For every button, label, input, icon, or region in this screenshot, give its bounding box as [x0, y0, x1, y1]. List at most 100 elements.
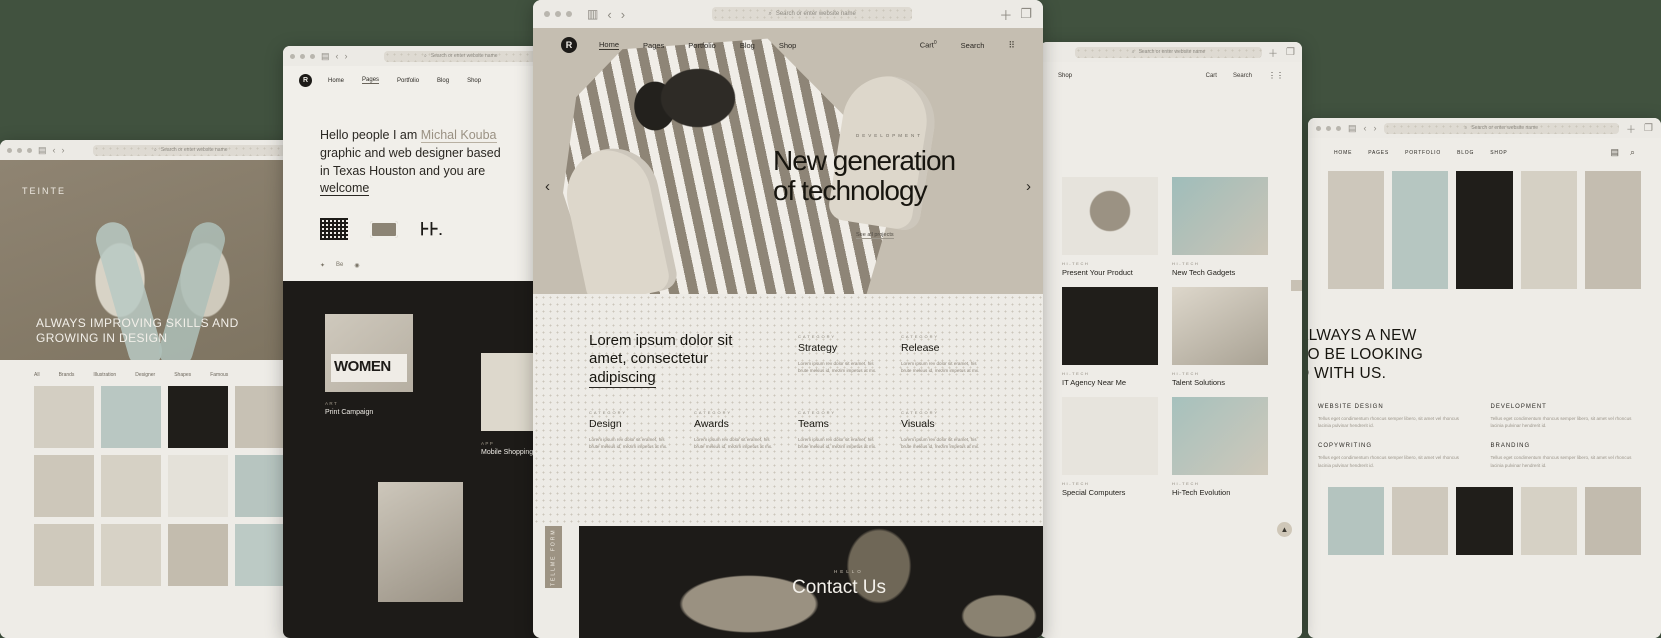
- hero-prev-arrow[interactable]: ‹: [545, 178, 550, 195]
- thumb[interactable]: [168, 524, 228, 586]
- behance-icon[interactable]: Be: [336, 262, 343, 269]
- item-title[interactable]: Present Your Product: [1062, 268, 1158, 277]
- agency-services-window[interactable]: ▤ ‹ › ⌕ Search or enter website name ＋ ❐…: [1308, 118, 1661, 638]
- thumb[interactable]: [34, 455, 94, 517]
- nav-blog[interactable]: Blog: [437, 78, 449, 84]
- grid-item[interactable]: HI-TECH Hi-Tech Evolution: [1172, 397, 1268, 497]
- thumb[interactable]: [1456, 487, 1513, 556]
- sidebar-toggle-icon[interactable]: ▤: [321, 51, 330, 62]
- nav-links[interactable]: HOME PAGES PORTFOLIO BLOG SHOP: [1334, 150, 1508, 156]
- show-tabs-icon[interactable]: ❐: [1020, 6, 1032, 22]
- thumb[interactable]: [101, 524, 161, 586]
- thumb[interactable]: [1584, 487, 1642, 556]
- item-title[interactable]: Hi-Tech Evolution: [1172, 488, 1268, 497]
- nav-pages[interactable]: PAGES: [1368, 150, 1389, 156]
- back-chevron-icon[interactable]: ‹: [336, 51, 339, 61]
- thumb[interactable]: [1520, 487, 1577, 556]
- intro-name[interactable]: Michal Kouba: [420, 128, 497, 143]
- thumb[interactable]: [1062, 287, 1158, 365]
- nav-home[interactable]: Home: [599, 40, 620, 50]
- nav-blog[interactable]: BLOG: [1457, 150, 1474, 156]
- sidebar-toggle-icon[interactable]: ▥: [587, 7, 598, 21]
- thumb[interactable]: [1328, 171, 1385, 289]
- thumb[interactable]: [1520, 171, 1577, 289]
- menu-icon[interactable]: ⋮⋮: [1268, 71, 1284, 80]
- sidebar-toggle-icon[interactable]: ▤: [1348, 123, 1357, 134]
- grid-item[interactable]: HI-TECH Present Your Product: [1062, 177, 1158, 277]
- thumb[interactable]: [101, 455, 161, 517]
- filter-famous[interactable]: Famous: [210, 372, 228, 378]
- nav-shop[interactable]: Shop: [467, 78, 481, 84]
- teinte-filter-bar[interactable]: All Brands Illustration Designer Shapes …: [0, 360, 296, 386]
- omnibox[interactable]: ⌕ Search or enter website name: [712, 7, 913, 21]
- omnibox[interactable]: ⌕ Search or enter website name: [1075, 46, 1263, 58]
- thumb[interactable]: [1456, 171, 1513, 289]
- nav-home[interactable]: HOME: [1334, 150, 1352, 156]
- nav-right[interactable]: ▤ ⌕: [1610, 147, 1635, 158]
- thumb[interactable]: [1062, 177, 1158, 255]
- item-title[interactable]: IT Agency Near Me: [1062, 378, 1158, 387]
- nav-right[interactable]: Cart Search ⋮⋮: [1206, 71, 1284, 80]
- thumb[interactable]: [1584, 171, 1642, 289]
- nav-search[interactable]: Search: [961, 41, 985, 50]
- new-tab-plus-icon[interactable]: ＋: [999, 5, 1012, 24]
- site-nav[interactable]: R Home Pages Portfolio Blog Shop Cart0 S…: [533, 28, 1043, 62]
- grid-item[interactable]: HI-TECH New Tech Gadgets: [1172, 177, 1268, 277]
- nav-blog[interactable]: Blog: [740, 41, 755, 50]
- new-generation-window[interactable]: ▥ ‹ › ⌕ Search or enter website name ＋ ❐…: [533, 0, 1043, 638]
- grid-item[interactable]: HI-TECH IT Agency Near Me: [1062, 287, 1158, 387]
- category-card[interactable]: CATEGORY Strategy Lorem ipsum rev dolor …: [798, 334, 880, 375]
- category-card[interactable]: CATEGORY Awards Lorem ipsum rev dolor si…: [694, 410, 776, 451]
- site-nav[interactable]: HOME PAGES PORTFOLIO BLOG SHOP ▤ ⌕: [1308, 138, 1661, 167]
- nav-cart[interactable]: Cart0: [920, 40, 937, 50]
- twitter-icon[interactable]: ✦: [320, 262, 325, 269]
- chrome-actions[interactable]: ＋ ❐: [999, 5, 1032, 24]
- new-tab-plus-icon[interactable]: ＋: [1268, 45, 1278, 60]
- site-nav[interactable]: Shop Cart Search ⋮⋮: [1040, 62, 1302, 89]
- hero-cta-link[interactable]: See all projects: [856, 232, 894, 239]
- hero-next-arrow[interactable]: ›: [1026, 178, 1031, 195]
- nav-links[interactable]: Home Pages Portfolio Blog Shop: [599, 40, 796, 50]
- thumb[interactable]: [1172, 397, 1268, 475]
- bottom-photo-card[interactable]: [378, 482, 463, 602]
- thumb[interactable]: [34, 524, 94, 586]
- category-card[interactable]: CATEGORY Visuals Lorem ipsum rev dolor s…: [901, 410, 983, 451]
- category-title[interactable]: Design: [589, 418, 671, 430]
- thumb[interactable]: [1062, 397, 1158, 475]
- filter-illustration[interactable]: Illustration: [93, 372, 116, 378]
- category-title[interactable]: Strategy: [798, 342, 880, 354]
- category-title[interactable]: Awards: [694, 418, 776, 430]
- women-card[interactable]: WOMEN: [325, 314, 413, 392]
- search-icon[interactable]: ⌕: [1630, 147, 1635, 158]
- window-control-dots[interactable]: [290, 53, 315, 59]
- chrome-actions[interactable]: ＋ ❐: [1268, 45, 1295, 60]
- nav-search[interactable]: Search: [1233, 73, 1252, 79]
- omnibox[interactable]: ⌕ Search or enter website name: [92, 144, 289, 156]
- window-control-dots[interactable]: [1316, 125, 1341, 131]
- forward-chevron-icon[interactable]: ›: [345, 51, 348, 61]
- forward-chevron-icon[interactable]: ›: [1374, 123, 1377, 133]
- item-title[interactable]: Talent Solutions: [1172, 378, 1268, 387]
- thumb[interactable]: [1392, 171, 1449, 289]
- thumb[interactable]: [1172, 287, 1268, 365]
- menu-grid-icon[interactable]: ⠿: [1008, 40, 1015, 51]
- nav-pages[interactable]: Pages: [643, 41, 664, 50]
- category-title[interactable]: Release: [901, 342, 983, 354]
- nav-shop[interactable]: Shop: [1058, 73, 1072, 79]
- grid-item[interactable]: HI-TECH Talent Solutions: [1172, 287, 1268, 387]
- nav-shop[interactable]: Shop: [779, 41, 797, 50]
- chrome-actions[interactable]: ＋ ❐: [1626, 121, 1653, 136]
- michal-kouba-window[interactable]: ▤ ‹ › ⌕ Search or enter website name R H…: [283, 46, 545, 638]
- show-tabs-icon[interactable]: ❐: [1644, 123, 1653, 134]
- nav-portfolio[interactable]: Portfolio: [688, 41, 716, 50]
- thumb[interactable]: [1328, 487, 1385, 556]
- window-control-dots[interactable]: [544, 11, 572, 17]
- site-nav[interactable]: R Home Pages Portfolio Blog Shop: [283, 66, 545, 95]
- thumb[interactable]: [168, 455, 228, 517]
- show-tabs-icon[interactable]: ❐: [1286, 47, 1295, 58]
- item-title[interactable]: Special Computers: [1062, 488, 1158, 497]
- forward-chevron-icon[interactable]: ›: [62, 145, 65, 155]
- thumb[interactable]: [1392, 487, 1449, 556]
- forward-chevron-icon[interactable]: ›: [621, 7, 625, 22]
- item-title[interactable]: New Tech Gadgets: [1172, 268, 1268, 277]
